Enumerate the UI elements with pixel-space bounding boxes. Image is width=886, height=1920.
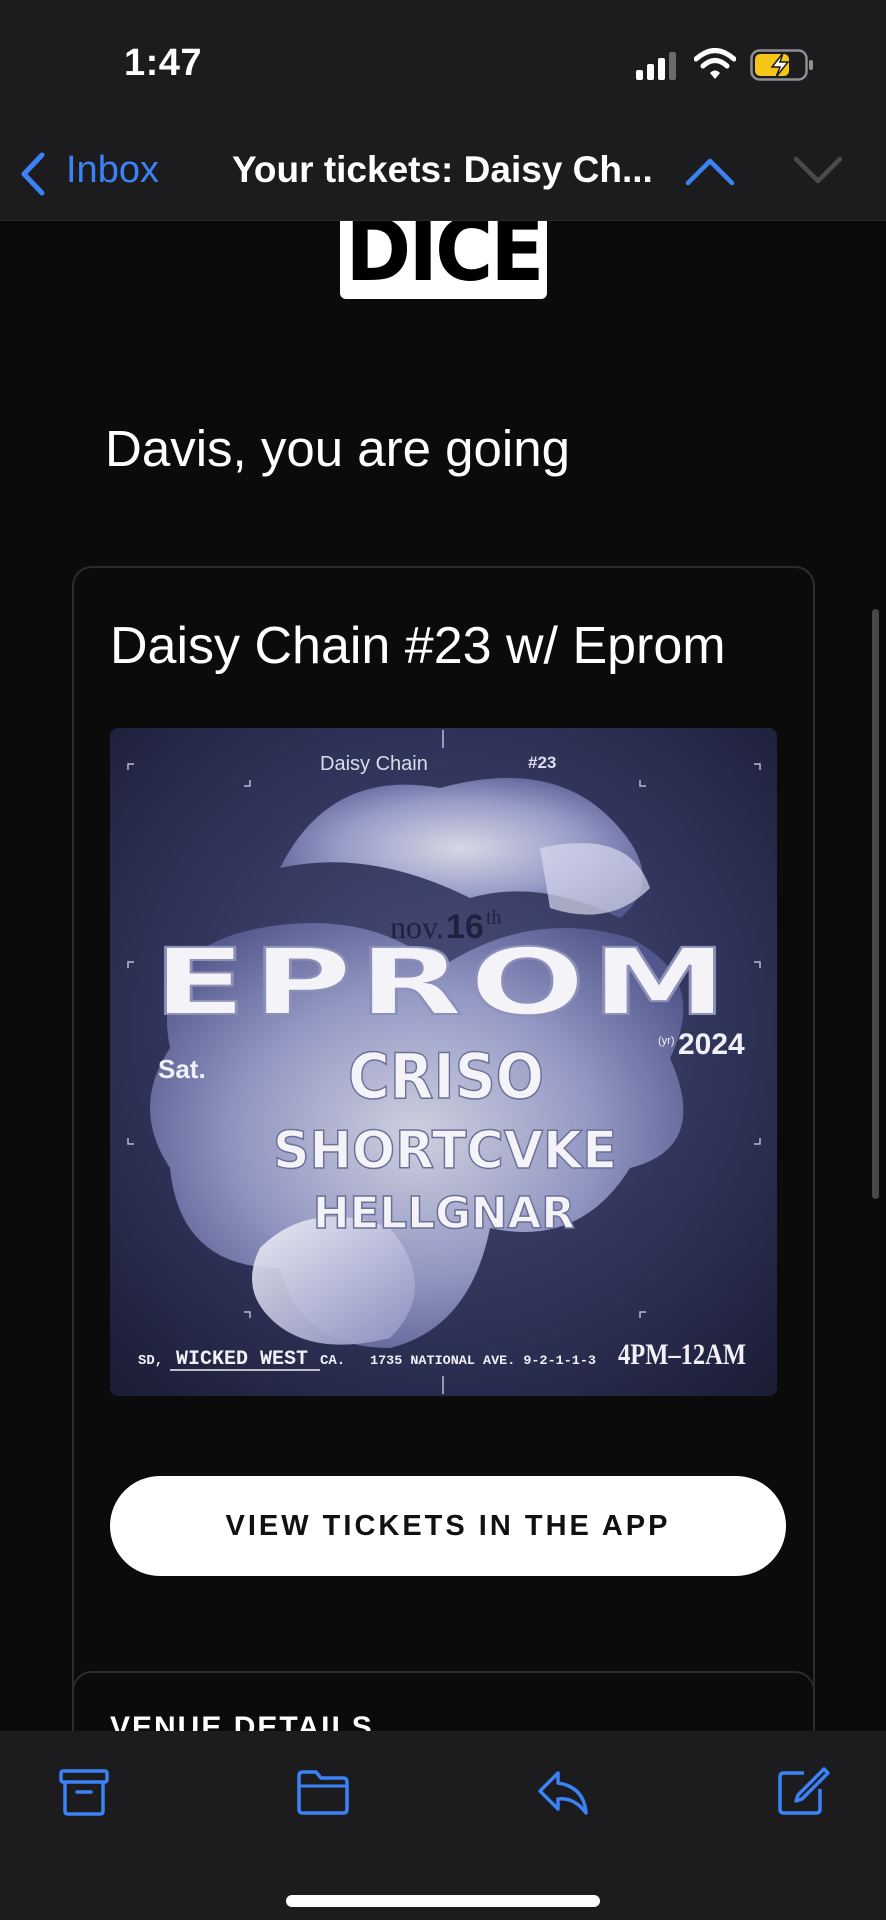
previous-message-chevron-icon[interactable] [684,155,736,187]
poster-year: 2024 [678,1028,745,1061]
back-to-inbox-button[interactable]: Inbox [66,149,159,192]
poster-footer-time: 4PM–12AM [618,1338,746,1371]
status-time: 1:47 [124,42,203,84]
compose-icon[interactable] [776,1767,830,1817]
battery-charging-icon [750,49,813,81]
poster-date-suffix: th [486,907,502,929]
view-tickets-button[interactable]: VIEW TICKETS IN THE APP [110,1476,786,1576]
poster-artist-2: SHORTCVKE [273,1121,617,1181]
folder-icon[interactable] [296,1767,350,1817]
poster-weekday: Sat. [158,1054,206,1084]
poster-footer-address: 1735 NATIONAL AVE. 9-2-1-1-3 [370,1353,596,1368]
poster-series-label: Daisy Chain [320,753,428,775]
poster-artist-1: CRISO [348,1040,544,1113]
greeting-text: Davis, you are going [105,420,570,477]
dice-logo: DICE [340,221,547,299]
archive-icon[interactable] [57,1767,111,1817]
mail-nav-bar: Inbox Your tickets: Daisy Ch... [0,125,886,221]
mail-toolbar [0,1731,886,1920]
back-chevron-icon[interactable] [18,151,48,197]
poster-footer-state: CA. [320,1353,345,1369]
poster-artist-3: HELLGNAR [313,1188,575,1239]
next-message-chevron-icon[interactable] [792,155,844,187]
status-bar: 1:47 [0,0,886,125]
dice-logo-text: DICE [345,221,544,299]
poster-number-label: #23 [528,753,556,772]
wifi-icon [694,48,736,79]
poster-year-label: (yr) [658,1035,675,1047]
email-subject-title: Your tickets: Daisy Ch... [232,149,653,190]
home-indicator[interactable] [286,1895,600,1907]
cellular-signal-icon [636,52,676,80]
scroll-indicator[interactable] [872,609,879,1199]
venue-details-card: VENUE DETAILS [72,1671,815,1731]
poster-headliner: EPROM [153,929,733,1036]
poster-footer-city: SD, [138,1353,163,1369]
venue-details-heading: VENUE DETAILS [110,1711,374,1731]
poster-footer-venue: WICKED WEST [176,1348,308,1371]
reply-icon[interactable] [536,1767,590,1817]
event-poster-image[interactable]: Daisy Chain #23 nov. 16 th EPROM Sat. (y… [110,728,777,1396]
event-title: Daisy Chain #23 w/ Eprom [110,617,726,675]
